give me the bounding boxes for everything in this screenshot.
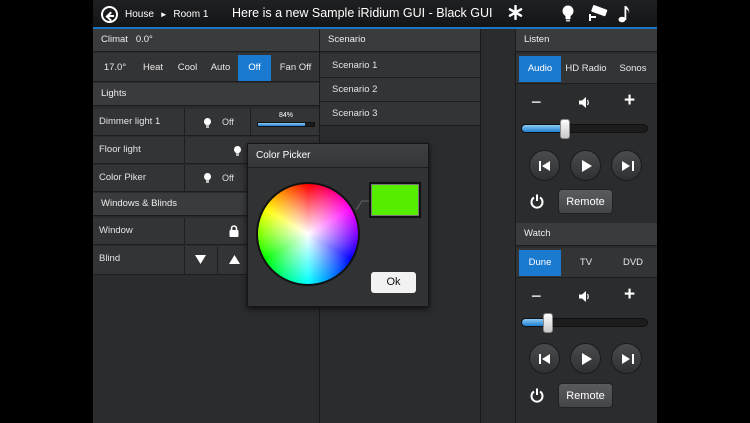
- triangle-down-icon[interactable]: [195, 255, 206, 267]
- cell-divider: [184, 137, 185, 164]
- tab-dune[interactable]: Dune: [519, 250, 561, 276]
- lightbulb-icon[interactable]: [562, 5, 574, 23]
- scenario-item[interactable]: Scenario 1: [320, 54, 480, 78]
- listen-header: Listen: [516, 29, 657, 52]
- watch-remote-button[interactable]: Remote: [558, 383, 613, 408]
- tab-dvd[interactable]: DVD: [611, 250, 655, 276]
- dimmer-level-label: 84%: [279, 112, 294, 119]
- lightbulb-icon[interactable]: [204, 118, 211, 128]
- previous-icon: [539, 354, 550, 364]
- scenario-item[interactable]: Scenario 2: [320, 78, 480, 102]
- breadcrumb-separator: ►: [159, 10, 168, 19]
- play-button[interactable]: [570, 343, 601, 374]
- page-title: Here is a new Sample iRidium GUI - Black…: [232, 6, 493, 20]
- breadcrumb: House ► Room 1: [125, 9, 208, 20]
- mode-off-button[interactable]: Off: [238, 55, 271, 81]
- security-camera-icon[interactable]: [586, 5, 610, 23]
- play-icon: [582, 353, 592, 365]
- watch-header: Watch: [516, 223, 657, 246]
- lights-header: Lights: [93, 83, 319, 106]
- climate-header: Climat 0.0°: [93, 29, 319, 52]
- volume-minus-button[interactable]: −: [531, 286, 542, 306]
- color-wheel[interactable]: [256, 182, 360, 286]
- lightbulb-icon[interactable]: [204, 173, 211, 183]
- play-button[interactable]: [570, 150, 601, 181]
- window-label: Window: [99, 225, 133, 236]
- cell-divider: [184, 218, 185, 245]
- breadcrumb-room[interactable]: Room 1: [173, 9, 208, 20]
- light-state[interactable]: Off: [222, 117, 234, 127]
- back-arrow-icon[interactable]: [101, 6, 118, 23]
- column-divider: [480, 29, 481, 423]
- color-picker-title: Color Picker: [248, 144, 428, 168]
- previous-track-button[interactable]: [529, 343, 560, 374]
- dimmer-slider-fill: [258, 123, 306, 126]
- next-track-button[interactable]: [611, 343, 642, 374]
- tab-tv[interactable]: TV: [563, 250, 609, 276]
- power-icon[interactable]: [530, 194, 544, 212]
- app-screen: House ► Room 1 Here is a new Sample iRid…: [93, 0, 657, 423]
- listen-volume-slider[interactable]: [521, 124, 648, 133]
- next-icon: [622, 354, 634, 364]
- speaker-icon: [579, 97, 591, 111]
- previous-track-button[interactable]: [529, 150, 560, 181]
- lightbulb-icon[interactable]: [234, 146, 241, 156]
- tab-audio[interactable]: Audio: [519, 56, 561, 82]
- climate-setpoint[interactable]: 17.0°: [93, 55, 137, 81]
- lock-icon[interactable]: [229, 225, 239, 237]
- cell-divider: [184, 246, 185, 275]
- top-bar: House ► Room 1 Here is a new Sample iRid…: [93, 0, 657, 29]
- tab-sonos[interactable]: Sonos: [611, 56, 655, 82]
- color-picker-dialog: Color Picker Ok: [247, 143, 429, 307]
- dimmer-slider[interactable]: [257, 122, 315, 127]
- climate-label: Climat: [101, 34, 128, 45]
- next-track-button[interactable]: [611, 150, 642, 181]
- listen-volume-knob[interactable]: [560, 119, 570, 139]
- scenario-item[interactable]: Scenario 3: [320, 102, 480, 126]
- watch-volume-knob[interactable]: [543, 313, 553, 333]
- cell-divider: [250, 109, 251, 136]
- light-state[interactable]: Off: [222, 173, 234, 183]
- watch-volume-slider[interactable]: [521, 318, 648, 327]
- mode-heat-button[interactable]: Heat: [137, 55, 169, 81]
- music-note-icon[interactable]: [617, 5, 631, 23]
- climate-current-temp: 0.0°: [135, 34, 153, 45]
- previous-icon: [539, 161, 550, 171]
- light-label: Color Piker: [99, 172, 146, 183]
- cell-divider: [217, 246, 218, 275]
- blind-label: Blind: [99, 253, 121, 264]
- cell-divider: [184, 109, 185, 136]
- fan-off-button[interactable]: Fan Off: [274, 55, 317, 81]
- light-label: Floor light: [99, 144, 141, 155]
- volume-minus-button[interactable]: −: [531, 92, 542, 112]
- speaker-icon: [579, 291, 591, 305]
- mode-auto-button[interactable]: Auto: [206, 55, 235, 81]
- listen-remote-button[interactable]: Remote: [558, 189, 613, 214]
- selected-color-swatch: [369, 182, 421, 218]
- volume-plus-button[interactable]: +: [624, 91, 635, 111]
- play-icon: [582, 160, 592, 172]
- cell-divider: [184, 165, 185, 192]
- light-label: Dimmer light 1: [99, 116, 161, 127]
- volume-plus-button[interactable]: +: [624, 285, 635, 305]
- breadcrumb-home[interactable]: House: [125, 9, 154, 20]
- triangle-up-icon[interactable]: [229, 255, 240, 267]
- power-icon[interactable]: [530, 388, 544, 406]
- ok-button[interactable]: Ok: [371, 272, 416, 293]
- tab-hd-radio[interactable]: HD Radio: [563, 56, 609, 82]
- next-icon: [622, 161, 634, 171]
- asterisk-icon[interactable]: [507, 4, 523, 23]
- mode-cool-button[interactable]: Cool: [172, 55, 203, 81]
- scenario-header: Scenario: [320, 29, 480, 52]
